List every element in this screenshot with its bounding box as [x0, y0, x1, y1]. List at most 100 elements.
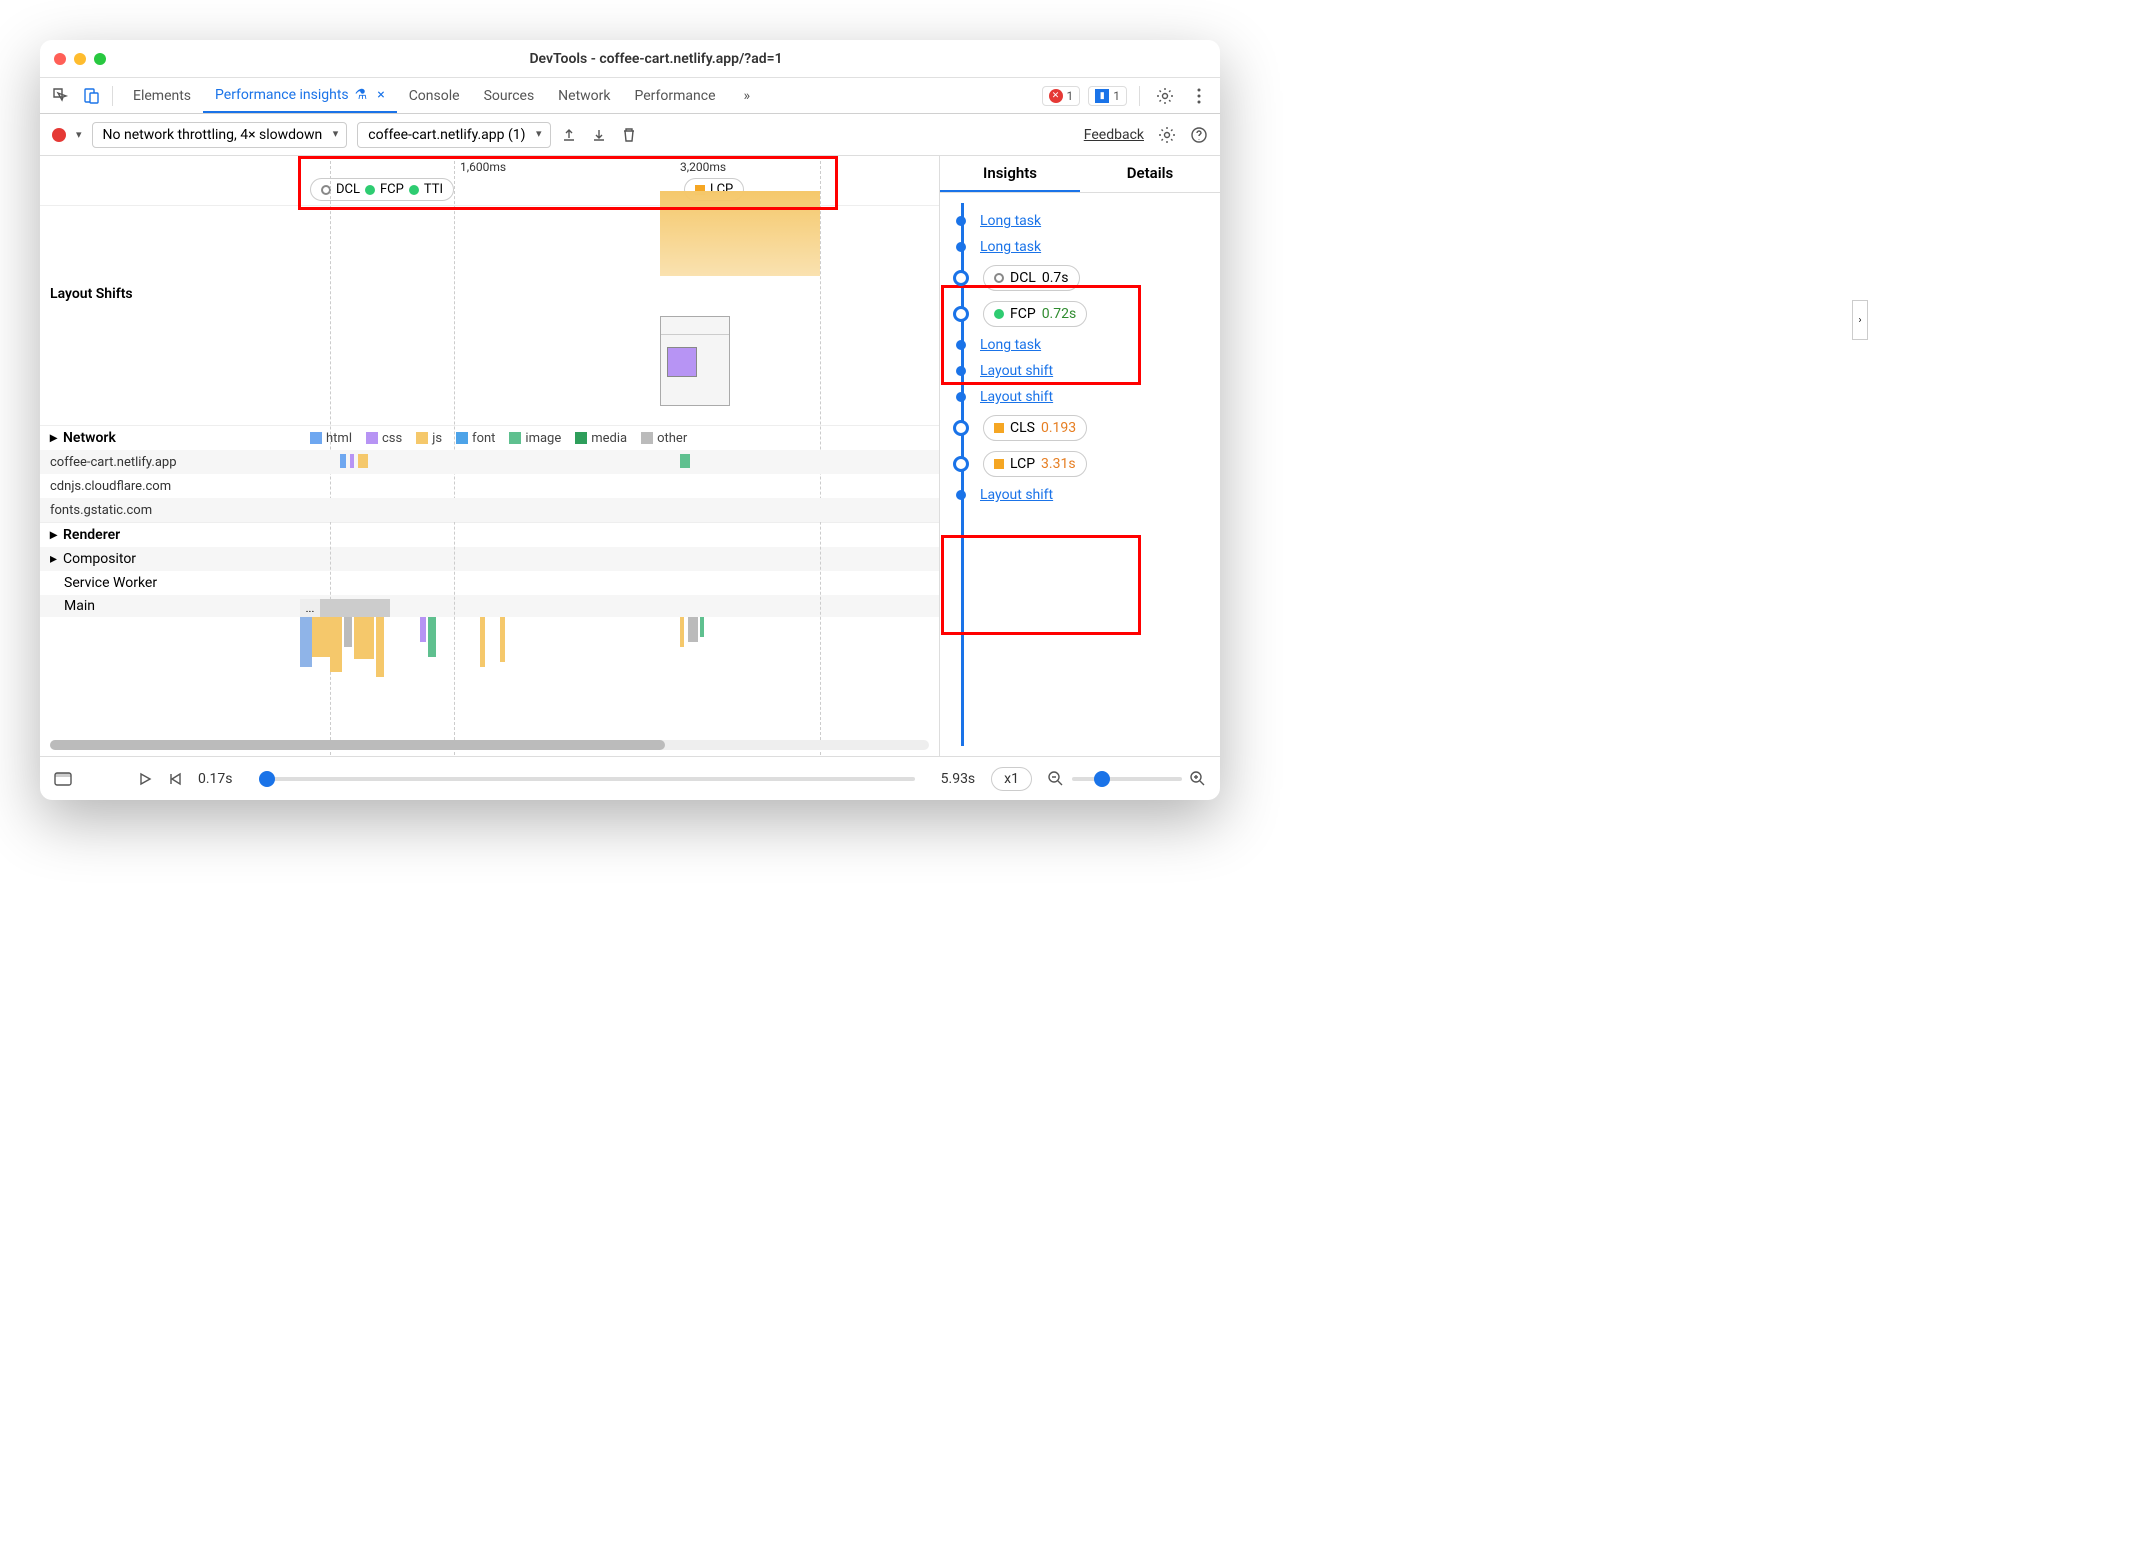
minimize-icon[interactable] [74, 53, 86, 65]
insight-item[interactable]: Layout shift [954, 389, 1212, 405]
expand-icon: ▸ [50, 430, 57, 446]
tabs-overflow[interactable]: » [732, 78, 763, 113]
close-tab-icon[interactable]: × [377, 87, 384, 103]
play-icon[interactable] [138, 772, 152, 786]
screenshot-thumbnail[interactable] [660, 316, 730, 406]
main-flame-chart[interactable]: ... [300, 617, 939, 697]
metric-icon [994, 273, 1004, 283]
compositor-row[interactable]: ▸Compositor [40, 547, 939, 571]
expand-icon: ▸ [50, 551, 57, 567]
insight-link[interactable]: Long task [980, 239, 1041, 255]
message-count: 1 [1113, 89, 1120, 103]
maximize-icon[interactable] [94, 53, 106, 65]
delete-icon[interactable] [621, 127, 637, 143]
traffic-lights [54, 53, 106, 65]
metric-pill-lcp[interactable]: LCP3.31s [983, 451, 1087, 477]
kebab-menu-icon[interactable] [1186, 83, 1212, 109]
network-header[interactable]: ▸ Network [40, 426, 300, 450]
settings-icon[interactable] [1152, 83, 1178, 109]
network-host-row[interactable]: coffee-cart.netlify.app [40, 450, 939, 474]
record-button[interactable] [52, 128, 66, 142]
device-toggle-icon[interactable] [78, 83, 104, 109]
metric-icon [994, 459, 1004, 469]
message-badge[interactable]: ▮ 1 [1088, 86, 1127, 106]
target-select[interactable]: coffee-cart.netlify.app (1) [357, 122, 550, 148]
horizontal-scrollbar[interactable] [50, 740, 929, 750]
throttle-select[interactable]: No network throttling, 4× slowdown [92, 122, 348, 148]
playback-speed[interactable]: x1 [991, 767, 1032, 791]
network-host-row[interactable]: fonts.gstatic.com [40, 498, 939, 522]
side-tabs: Insights Details [940, 156, 1220, 193]
timeline-marker-icon [953, 420, 969, 436]
flask-icon: ⚗ [355, 87, 368, 103]
legend-label: css [382, 431, 402, 446]
tab-network[interactable]: Network [546, 78, 622, 113]
legend-label: other [657, 431, 687, 446]
window-title: DevTools - coffee-cart.netlify.app/?ad=1 [106, 51, 1206, 67]
insight-item[interactable]: Layout shift [954, 487, 1212, 503]
timeline-ruler: 1,600ms3,200ms DCLFCPTTILCP [40, 156, 939, 206]
inspect-icon[interactable] [48, 83, 74, 109]
highlight-box-1 [298, 156, 838, 210]
error-badge[interactable]: ✕ 1 [1042, 86, 1081, 106]
help-icon[interactable] [1190, 126, 1208, 144]
legend-swatch [456, 432, 468, 444]
devtools-window: DevTools - coffee-cart.netlify.app/?ad=1… [40, 40, 1220, 800]
layout-shifts-label: Layout Shifts [40, 276, 939, 302]
timeline-marker-icon [956, 392, 966, 402]
network-section: ▸ Network htmlcssjsfontimagemediaother c… [40, 426, 939, 523]
highlight-box-2 [941, 285, 1141, 385]
tab-sources[interactable]: Sources [472, 78, 547, 113]
time-slider[interactable] [259, 777, 915, 781]
upload-icon[interactable] [561, 127, 577, 143]
insight-item[interactable]: Long task [954, 239, 1212, 255]
legend-swatch [509, 432, 521, 444]
renderer-section: ▸Renderer ▸Compositor Service Worker Mai… [40, 523, 939, 697]
tab-console[interactable]: Console [397, 78, 472, 113]
network-legend: htmlcssjsfontimagemediaother [300, 426, 687, 450]
tab-elements[interactable]: Elements [121, 78, 203, 113]
legend-label: js [432, 431, 442, 446]
ellipsis-label: ... [300, 599, 320, 617]
timeline-marker-icon [956, 242, 966, 252]
insight-item[interactable]: LCP3.31s [954, 451, 1212, 477]
feedback-link[interactable]: Feedback [1084, 127, 1144, 143]
metric-value: 0.193 [1041, 420, 1076, 436]
network-host-row[interactable]: cdnjs.cloudflare.com [40, 474, 939, 498]
expand-icon: ▸ [50, 527, 57, 543]
footer-controls: 0.17s 5.93s x1 [40, 756, 1220, 800]
service-worker-row[interactable]: Service Worker [40, 571, 939, 595]
layout-shifts-section: Layout Shifts [40, 276, 939, 426]
legend-label: media [591, 431, 627, 446]
tab-performance[interactable]: Performance [623, 78, 728, 113]
zoom-in-icon[interactable] [1190, 771, 1206, 787]
legend-swatch [641, 432, 653, 444]
record-menu-icon[interactable]: ▾ [76, 128, 82, 141]
settings-gear-icon[interactable] [1158, 126, 1176, 144]
host-label: coffee-cart.netlify.app [50, 455, 300, 470]
insight-item[interactable]: CLS0.193 [954, 415, 1212, 441]
metric-pill-cls[interactable]: CLS0.193 [983, 415, 1087, 441]
insight-link[interactable]: Layout shift [980, 487, 1053, 503]
rewind-icon[interactable] [168, 772, 182, 786]
preview-icon[interactable] [54, 772, 72, 786]
zoom-out-icon[interactable] [1048, 771, 1064, 787]
metric-value: 3.31s [1041, 456, 1076, 472]
error-icon: ✕ [1049, 89, 1063, 103]
close-icon[interactable] [54, 53, 66, 65]
insight-link[interactable]: Long task [980, 213, 1041, 229]
content-area: 1,600ms3,200ms DCLFCPTTILCP Layout Shift… [40, 156, 1220, 756]
zoom-slider[interactable] [1072, 777, 1182, 781]
tab-insights[interactable]: Insights [940, 156, 1080, 192]
renderer-header[interactable]: ▸Renderer [40, 523, 939, 547]
tab-details[interactable]: Details [1080, 156, 1220, 192]
insight-link[interactable]: Layout shift [980, 389, 1053, 405]
main-row[interactable]: Main [40, 595, 939, 617]
tab-performance-insights[interactable]: Performance insights⚗× [203, 78, 397, 113]
host-label: fonts.gstatic.com [50, 503, 300, 518]
insight-item[interactable]: Long task [954, 213, 1212, 229]
main-timeline[interactable]: 1,600ms3,200ms DCLFCPTTILCP Layout Shift… [40, 156, 940, 756]
download-icon[interactable] [591, 127, 607, 143]
start-time-label: 0.17s [198, 771, 233, 787]
legend-swatch [416, 432, 428, 444]
